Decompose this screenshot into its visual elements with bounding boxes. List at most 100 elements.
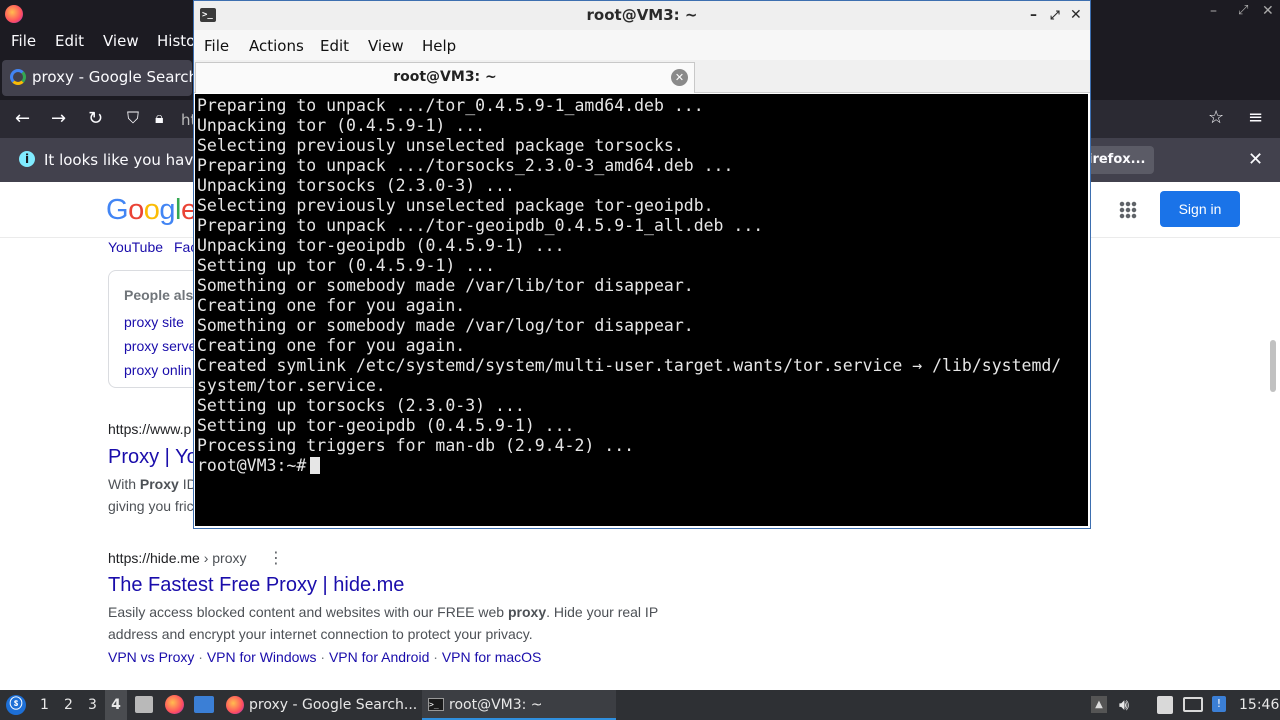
notification-text: It looks like you haven [44, 151, 212, 169]
file-manager-icon[interactable] [135, 696, 153, 713]
menu-history[interactable]: Histo [157, 32, 195, 50]
terminal-cursor [310, 457, 321, 474]
terminal-output[interactable]: Preparing to unpack .../tor_0.4.5.9-1_am… [195, 94, 1088, 526]
terminal-line: Unpacking torsocks (2.3.0-3) ... [197, 176, 515, 195]
terminal-line: Setting up tor-geoipdb (0.4.5.9-1) ... [197, 416, 575, 435]
firefox-task[interactable]: proxy - Google Search... [222, 690, 418, 720]
terminal-line: Creating one for you again. [197, 336, 466, 355]
terminal-line: Setting up tor (0.4.5.9-1) ... [197, 256, 496, 275]
display-icon[interactable] [1183, 697, 1203, 712]
terminal-line: Setting up torsocks (2.3.0-3) ... [197, 396, 525, 415]
forward-arrow-icon[interactable]: → [51, 110, 66, 128]
terminal-line: Selecting previously unselected package … [197, 196, 714, 215]
notification-icon[interactable]: ! [1212, 696, 1226, 712]
start-menu-icon[interactable]: ⓢ [6, 695, 26, 715]
terminal-tab-title: root@VM3: ~ [393, 69, 497, 85]
close-notification-icon[interactable]: ✕ [1248, 151, 1263, 169]
sitelink[interactable]: VPN for Android [329, 649, 429, 665]
menu-file[interactable]: File [11, 32, 36, 50]
firefox-task-icon [226, 696, 244, 714]
back-arrow-icon[interactable]: ← [15, 110, 30, 128]
terminal-tabbar: root@VM3: ~ ✕ [194, 60, 1090, 93]
bookmark-star-icon[interactable]: ☆ [1208, 109, 1224, 127]
result-snippet: Easily access blocked content and websit… [108, 604, 659, 620]
result-title[interactable]: The Fastest Free Proxy | hide.me [108, 574, 404, 597]
desktop-icon[interactable] [194, 696, 214, 713]
sitelink[interactable]: VPN for Windows [207, 649, 317, 665]
terminal-line: Unpacking tor (0.4.5.9-1) ... [197, 116, 486, 135]
minimize-icon[interactable]: – [1210, 4, 1217, 18]
workspace-3[interactable]: 3 [88, 690, 97, 720]
google-logo[interactable]: Google [106, 194, 197, 227]
menu-actions[interactable]: Actions [249, 37, 304, 55]
menu-view[interactable]: View [103, 32, 139, 50]
sitelink[interactable]: VPN vs Proxy [108, 649, 194, 665]
page-scrollbar[interactable] [1270, 340, 1276, 392]
clipboard-icon[interactable] [1157, 696, 1173, 714]
maximize-icon[interactable]: ⤢ [1238, 4, 1248, 17]
terminal-line: Preparing to unpack .../tor-geoipdb_0.4.… [197, 216, 764, 235]
maximize-icon[interactable]: ⤢ [1050, 1, 1060, 30]
terminal-line: Unpacking tor-geoipdb (0.4.5.9-1) ... [197, 236, 565, 255]
terminal-task-active[interactable]: >_ root@VM3: ~ [422, 690, 616, 720]
terminal-titlebar[interactable]: >_ root@VM3: ~ – ⤢ ✕ [194, 1, 1090, 30]
tray-up-arrow-icon[interactable]: ▲ [1091, 696, 1107, 713]
terminal-line: Creating one for you again. [197, 296, 466, 315]
browser-tab[interactable]: proxy - Google Search [2, 60, 198, 96]
terminal-task-icon: >_ [428, 698, 444, 711]
result-title[interactable]: Proxy | Yo [108, 446, 198, 469]
terminal-lines: Preparing to unpack .../tor_0.4.5.9-1_am… [197, 96, 1061, 476]
terminal-line: Selecting previously unselected package … [197, 136, 684, 155]
more-options-icon[interactable]: ⋮ [268, 548, 284, 567]
google-g-icon [10, 69, 26, 85]
reload-icon[interactable]: ↻ [88, 110, 103, 128]
result-url: https://www.p [108, 421, 192, 437]
result-url: https://hide.me › proxy [108, 550, 247, 566]
hamburger-menu-icon[interactable]: ≡ [1248, 109, 1263, 127]
volume-icon[interactable]: 🔊︎ [1119, 690, 1129, 720]
taskbar: ⓢ 1 2 3 4 proxy - Google Search... >_ ro… [0, 690, 1280, 720]
firefox-logo-icon [5, 5, 23, 23]
terminal-window[interactable]: >_ root@VM3: ~ – ⤢ ✕ File Actions Edit V… [193, 0, 1091, 529]
people-also-item[interactable]: proxy site [124, 314, 184, 330]
shield-icon[interactable]: ⛉ [127, 110, 139, 126]
terminal-line: Preparing to unpack .../torsocks_2.3.0-3… [197, 156, 734, 175]
menu-file[interactable]: File [204, 37, 229, 55]
sign-in-button[interactable]: Sign in [1160, 191, 1240, 227]
terminal-prompt: root@VM3:~# [197, 456, 307, 475]
terminal-app-icon: >_ [200, 8, 216, 22]
result-sitelinks: VPN vs Proxy · VPN for Windows · VPN for… [108, 649, 542, 665]
firefox-launcher-icon[interactable] [165, 695, 184, 714]
clock[interactable]: 15:46 [1239, 690, 1279, 720]
menu-help[interactable]: Help [422, 37, 456, 55]
people-also-item[interactable]: proxy serve [124, 338, 196, 354]
close-icon[interactable]: ✕ [1262, 4, 1274, 18]
menu-edit[interactable]: Edit [55, 32, 84, 50]
workspace-2[interactable]: 2 [64, 690, 73, 720]
terminal-window-title: root@VM3: ~ [586, 6, 698, 24]
terminal-tab[interactable]: root@VM3: ~ ✕ [195, 62, 695, 93]
close-tab-icon[interactable]: ✕ [671, 69, 688, 86]
people-also-item[interactable]: proxy onlin [124, 362, 192, 378]
info-icon: i [19, 151, 35, 167]
terminal-line: Something or somebody made /var/log/tor … [197, 316, 694, 335]
workspace-4-active[interactable]: 4 [105, 690, 127, 720]
sitelink[interactable]: VPN for macOS [442, 649, 542, 665]
terminal-task-label: root@VM3: ~ [449, 697, 543, 713]
terminal-line: Preparing to unpack .../tor_0.4.5.9-1_am… [197, 96, 704, 115]
terminal-prompt-line[interactable]: root@VM3:~# [197, 456, 1061, 476]
terminal-line: Created symlink /etc/systemd/system/mult… [197, 356, 1062, 375]
lock-icon[interactable]: 🔒︎ [155, 110, 164, 126]
menu-view[interactable]: View [368, 37, 404, 55]
chip-youtube[interactable]: YouTube [108, 239, 163, 255]
result-snippet: giving you fric [108, 498, 194, 514]
result-snippet: With Proxy ID [108, 476, 197, 492]
close-icon[interactable]: ✕ [1070, 1, 1082, 30]
terminal-line: Something or somebody made /var/lib/tor … [197, 276, 694, 295]
terminal-menubar: File Actions Edit View Help [194, 30, 1090, 60]
menu-edit[interactable]: Edit [320, 37, 349, 55]
terminal-line: Processing triggers for man-db (2.9.4-2)… [197, 436, 635, 455]
minimize-icon[interactable]: – [1030, 1, 1037, 30]
workspace-1[interactable]: 1 [40, 690, 49, 720]
apps-grid-icon[interactable] [1119, 201, 1137, 219]
